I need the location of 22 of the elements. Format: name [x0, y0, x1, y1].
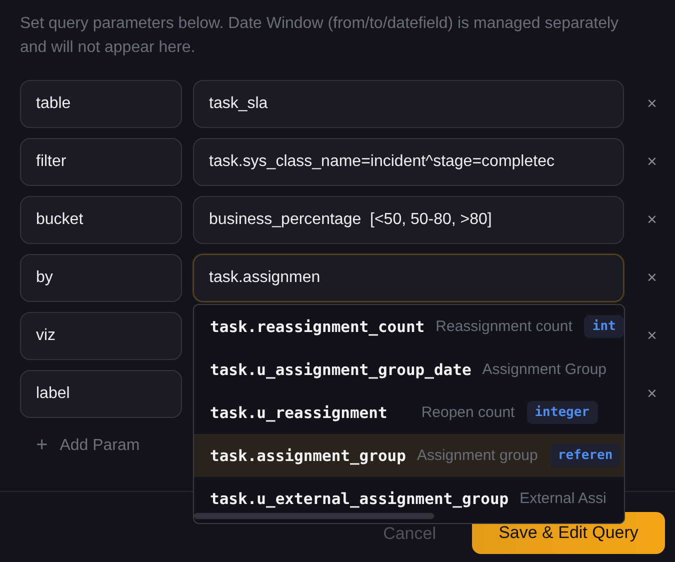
- add-param-button[interactable]: + Add Param: [36, 430, 140, 461]
- remove-button[interactable]: ×: [643, 94, 661, 114]
- param-name-field[interactable]: bucket: [20, 196, 182, 244]
- param-value-field[interactable]: task.assignmen: [193, 254, 624, 302]
- param-name-field[interactable]: label: [20, 370, 182, 418]
- param-value-field[interactable]: task_sla: [193, 80, 624, 128]
- suggestion-item[interactable]: task.reassignment_count Reassignment count int: [194, 305, 624, 348]
- remove-button[interactable]: ×: [643, 384, 661, 404]
- remove-button[interactable]: ×: [643, 326, 661, 346]
- description-text: Set query parameters below. Date Window (from/to/datefield) is managed separately and will not appear here.: [19, 14, 620, 58]
- param-value-field[interactable]: business_percentage [<50, 50-80, >80]: [193, 196, 624, 244]
- param-value-field[interactable]: task.sys_class_name=incident^stage=completec: [193, 138, 624, 186]
- param-name-field[interactable]: table: [20, 80, 182, 128]
- remove-button[interactable]: ×: [643, 152, 661, 172]
- param-name-field[interactable]: filter: [20, 138, 182, 186]
- suggestion-item[interactable]: task.u_assignment_group_date Assignment Group: [194, 348, 624, 391]
- suggestion-item[interactable]: task.u_reassignment Reopen count integer: [194, 391, 624, 434]
- param-name-field[interactable]: by: [20, 254, 182, 302]
- remove-button[interactable]: ×: [643, 268, 661, 288]
- param-name-field[interactable]: viz: [20, 312, 182, 360]
- remove-button[interactable]: ×: [643, 210, 661, 230]
- suggestion-item[interactable]: task.assignment_group Assignment group referen: [194, 434, 624, 477]
